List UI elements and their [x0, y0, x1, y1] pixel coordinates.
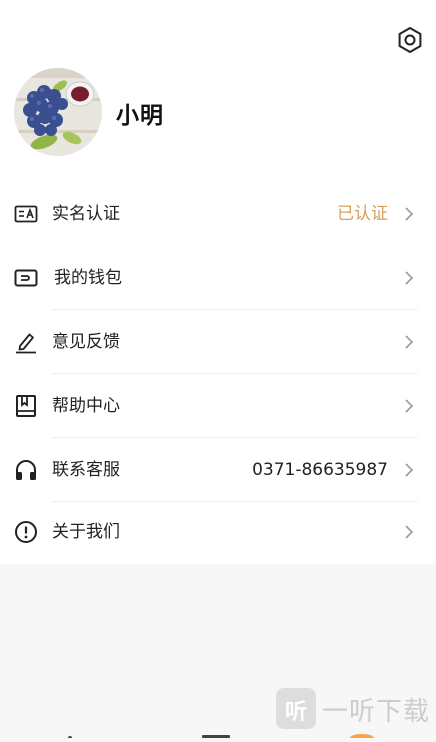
menu-label: 帮助中心 — [52, 396, 120, 416]
chevron-right-icon — [405, 335, 414, 349]
menu-label: 实名认证 — [52, 204, 120, 224]
menu-label: 联系客服 — [52, 460, 120, 480]
menu-item-realname[interactable]: 实名认证 已认证 — [0, 182, 436, 246]
menu-item-about[interactable]: 关于我们 — [0, 500, 436, 564]
menu-item-wallet[interactable]: 我的钱包 — [0, 246, 436, 310]
menu-item-service[interactable]: 联系客服 0371-86635987 — [0, 438, 436, 502]
tab-bar-edge — [0, 723, 436, 742]
menu-item-feedback[interactable]: 意见反馈 — [0, 310, 436, 374]
username: 小明 — [116, 103, 164, 129]
menu-label: 我的钱包 — [54, 268, 122, 288]
verified-status: 已认证 — [337, 204, 388, 224]
service-phone[interactable]: 0371-86635987 — [252, 438, 388, 502]
profile-card: 小明 实名认证 已认证 我的钱包 意见反馈 帮助中心 联系客服 0371-866… — [0, 0, 436, 564]
gear-icon — [398, 27, 422, 53]
chevron-right-icon — [405, 463, 414, 477]
chevron-right-icon — [405, 271, 414, 285]
avatar-photo — [14, 68, 102, 156]
book-icon — [16, 395, 36, 417]
menu-item-help[interactable]: 帮助中心 — [0, 374, 436, 438]
edit-pen-icon — [16, 333, 36, 354]
wallet-icon — [14, 269, 38, 287]
watermark-logo-char: 听 — [284, 700, 307, 725]
chevron-right-icon — [405, 399, 414, 413]
id-card-icon — [14, 205, 38, 223]
chevron-right-icon — [405, 525, 414, 539]
chevron-right-icon — [405, 207, 414, 221]
headphones-icon — [16, 460, 36, 480]
menu-label: 关于我们 — [52, 522, 120, 542]
menu-label: 意见反馈 — [52, 332, 120, 352]
settings-button[interactable] — [396, 26, 424, 54]
info-circle-icon — [15, 521, 37, 543]
avatar[interactable] — [14, 68, 102, 156]
